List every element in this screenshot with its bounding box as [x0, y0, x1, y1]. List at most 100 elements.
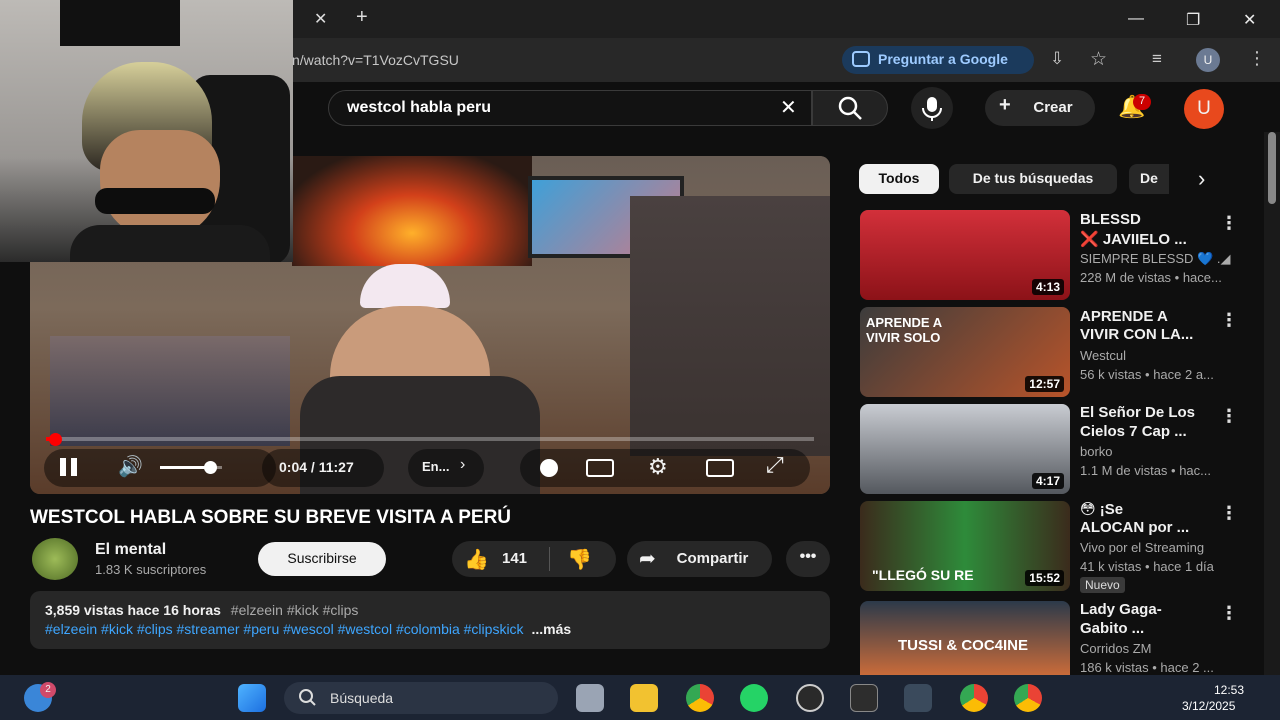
volume-knob[interactable]	[203, 461, 217, 474]
subscribe-button[interactable]: Suscribirse	[258, 542, 386, 576]
clock-time[interactable]: 12:53	[1214, 683, 1244, 697]
sidebar-thumbnail[interactable]: 4:17	[860, 404, 1070, 494]
sidebar-meta: 1.1 M de vistas • hac...	[1080, 463, 1211, 478]
inline-tags: #elzeein #kick #clips	[230, 602, 359, 618]
sidebar-title[interactable]: Lady Gaga-	[1080, 601, 1220, 619]
subtitles-icon[interactable]	[586, 459, 614, 477]
youtube-avatar[interactable]: U	[1184, 89, 1224, 129]
sidebar-title[interactable]: APRENDE A	[1080, 308, 1220, 326]
maximize-icon[interactable]: ❐	[1186, 10, 1200, 30]
scrollbar[interactable]	[1264, 132, 1280, 675]
chrome-profile-2-icon[interactable]	[1014, 684, 1042, 712]
channel-avatar[interactable]	[32, 538, 78, 580]
chevron-right-icon[interactable]: ›	[1198, 166, 1205, 192]
search-button[interactable]	[812, 90, 888, 126]
fireplace-screen	[292, 156, 532, 266]
thumbnail-text: "LLEGÓ SU RE	[872, 567, 974, 583]
sidebar-channel: SIEMPRE BLESSD 💙 .◢	[1080, 251, 1231, 266]
subscriber-count: 1.83 K suscriptores	[95, 562, 207, 577]
sidebar-title-2[interactable]: VIVIR CON LA...	[1080, 326, 1220, 344]
share-button[interactable]: ➦ Compartir	[627, 541, 772, 577]
view-stats: 3,859 vistas hace 16 horas	[45, 602, 221, 618]
sidebar-channel: Vivo por el Streaming	[1080, 540, 1205, 555]
chip-de-tus-busquedas[interactable]: De tus búsquedas	[949, 164, 1117, 194]
progress-bar[interactable]	[46, 437, 814, 441]
chapter-chevron-icon: ›	[460, 456, 466, 473]
fullscreen-icon[interactable]: ⤢	[766, 452, 784, 478]
taskbar-search[interactable]: Búsqueda	[284, 682, 558, 714]
sidebar-thumbnail[interactable]: TUSSI & COC4INE	[860, 601, 1070, 675]
like-divider	[549, 547, 550, 571]
chip-de[interactable]: De	[1129, 164, 1169, 194]
ask-google-label: Preguntar a Google	[878, 51, 1008, 67]
new-tab-button[interactable]: +	[356, 6, 368, 29]
clock-date[interactable]: 3/12/2025	[1182, 699, 1235, 713]
browser-menu-icon[interactable]: ⋮	[1248, 48, 1266, 69]
sidebar-thumbnail[interactable]: APRENDE A VIVIR SOLO 12:57	[860, 307, 1070, 397]
voice-search-button[interactable]	[911, 87, 953, 129]
autoplay-toggle-icon[interactable]	[540, 459, 558, 477]
sidebar-title[interactable]: El Señor De Los	[1080, 404, 1220, 422]
sidebar-more-icon[interactable]: ⋮	[1220, 310, 1238, 331]
minimize-icon[interactable]: —	[1128, 10, 1144, 28]
task-view-icon[interactable]	[576, 684, 604, 712]
file-explorer-icon[interactable]	[630, 684, 658, 712]
sidebar-more-icon[interactable]: ⋮	[1220, 406, 1238, 427]
desk-items	[50, 336, 290, 446]
theater-mode-icon[interactable]	[706, 459, 734, 477]
chip-todos[interactable]: Todos	[859, 164, 939, 194]
chrome-profile-icon[interactable]	[960, 684, 988, 712]
sidebar-thumbnail[interactable]: 4:13	[860, 210, 1070, 300]
sidebar-more-icon[interactable]: ⋮	[1220, 603, 1238, 624]
person-shirt	[70, 225, 270, 262]
channel-name[interactable]: El mental	[95, 541, 166, 559]
more-actions-icon[interactable]: •••	[786, 541, 830, 577]
pen-app-icon[interactable]	[904, 684, 932, 712]
windows-start-icon[interactable]	[238, 684, 266, 712]
sidebar-title[interactable]: BLESSD	[1080, 211, 1220, 229]
volume-icon[interactable]: 🔊	[118, 454, 143, 479]
close-window-icon[interactable]: ✕	[1243, 10, 1256, 30]
close-tab-icon[interactable]: ✕	[314, 9, 327, 29]
sidebar-channel: Corridos ZM	[1080, 641, 1152, 656]
search-input[interactable]: westcol habla peru	[328, 90, 812, 126]
ask-google-button[interactable]: Preguntar a Google	[842, 46, 1034, 74]
sidebar-title-2[interactable]: Gabito ...	[1080, 620, 1220, 638]
notification-badge: 7	[1133, 94, 1151, 110]
sidebar-more-icon[interactable]: ⋮	[1220, 213, 1238, 234]
more-link[interactable]: ...más	[531, 621, 571, 637]
like-icon[interactable]: 👍	[464, 547, 489, 572]
terminal-icon[interactable]	[850, 684, 878, 712]
bookmark-star-icon[interactable]: ☆	[1090, 48, 1107, 71]
like-count: 141	[502, 550, 528, 567]
sidebar-title-2[interactable]: ❌ JAVIIELO ...	[1080, 231, 1220, 249]
sidebar-title-2[interactable]: ALOCAN por ...	[1080, 519, 1220, 537]
media-control-icon[interactable]: ≡	[1152, 49, 1162, 69]
description-box[interactable]: 3,859 vistas hace 16 horas #elzeein #kic…	[30, 591, 830, 649]
search-icon	[838, 96, 862, 120]
video-duration: 4:17	[1031, 473, 1064, 489]
sidebar-title-2[interactable]: Cielos 7 Cap ...	[1080, 423, 1220, 441]
chrome-icon[interactable]	[686, 684, 714, 712]
settings-gear-icon[interactable]: ⚙	[648, 454, 668, 480]
sidebar-meta: 41 k vistas • hace 1 día	[1080, 559, 1214, 574]
clear-search-icon[interactable]: ✕	[780, 95, 797, 120]
create-label: Crear	[1033, 99, 1073, 116]
create-button[interactable]: + Crear	[985, 90, 1095, 126]
sidebar-meta: 56 k vistas • hace 2 a...	[1080, 367, 1214, 382]
share-arrow-icon: ➦	[639, 548, 656, 570]
obs-icon[interactable]	[796, 684, 824, 712]
progress-scrubber[interactable]	[48, 433, 62, 446]
dislike-icon[interactable]: 👎	[567, 547, 592, 572]
install-icon[interactable]: ⇩	[1050, 49, 1064, 69]
sidebar-more-icon[interactable]: ⋮	[1220, 503, 1238, 524]
url-text[interactable]: n/watch?v=T1VozCvTGSU	[292, 52, 459, 68]
whatsapp-icon[interactable]	[740, 684, 768, 712]
hashtag-links[interactable]: #elzeein #kick #clips #streamer #peru #w…	[45, 621, 524, 637]
chapter-label: En...	[422, 459, 450, 474]
sidebar-thumbnail[interactable]: "LLEGÓ SU RE 15:52	[860, 501, 1070, 591]
browser-profile-avatar[interactable]: U	[1196, 48, 1220, 72]
sidebar-title[interactable]: 😳 ¡Se	[1080, 501, 1220, 519]
scrollbar-thumb[interactable]	[1268, 132, 1276, 204]
pause-icon[interactable]	[60, 458, 66, 476]
